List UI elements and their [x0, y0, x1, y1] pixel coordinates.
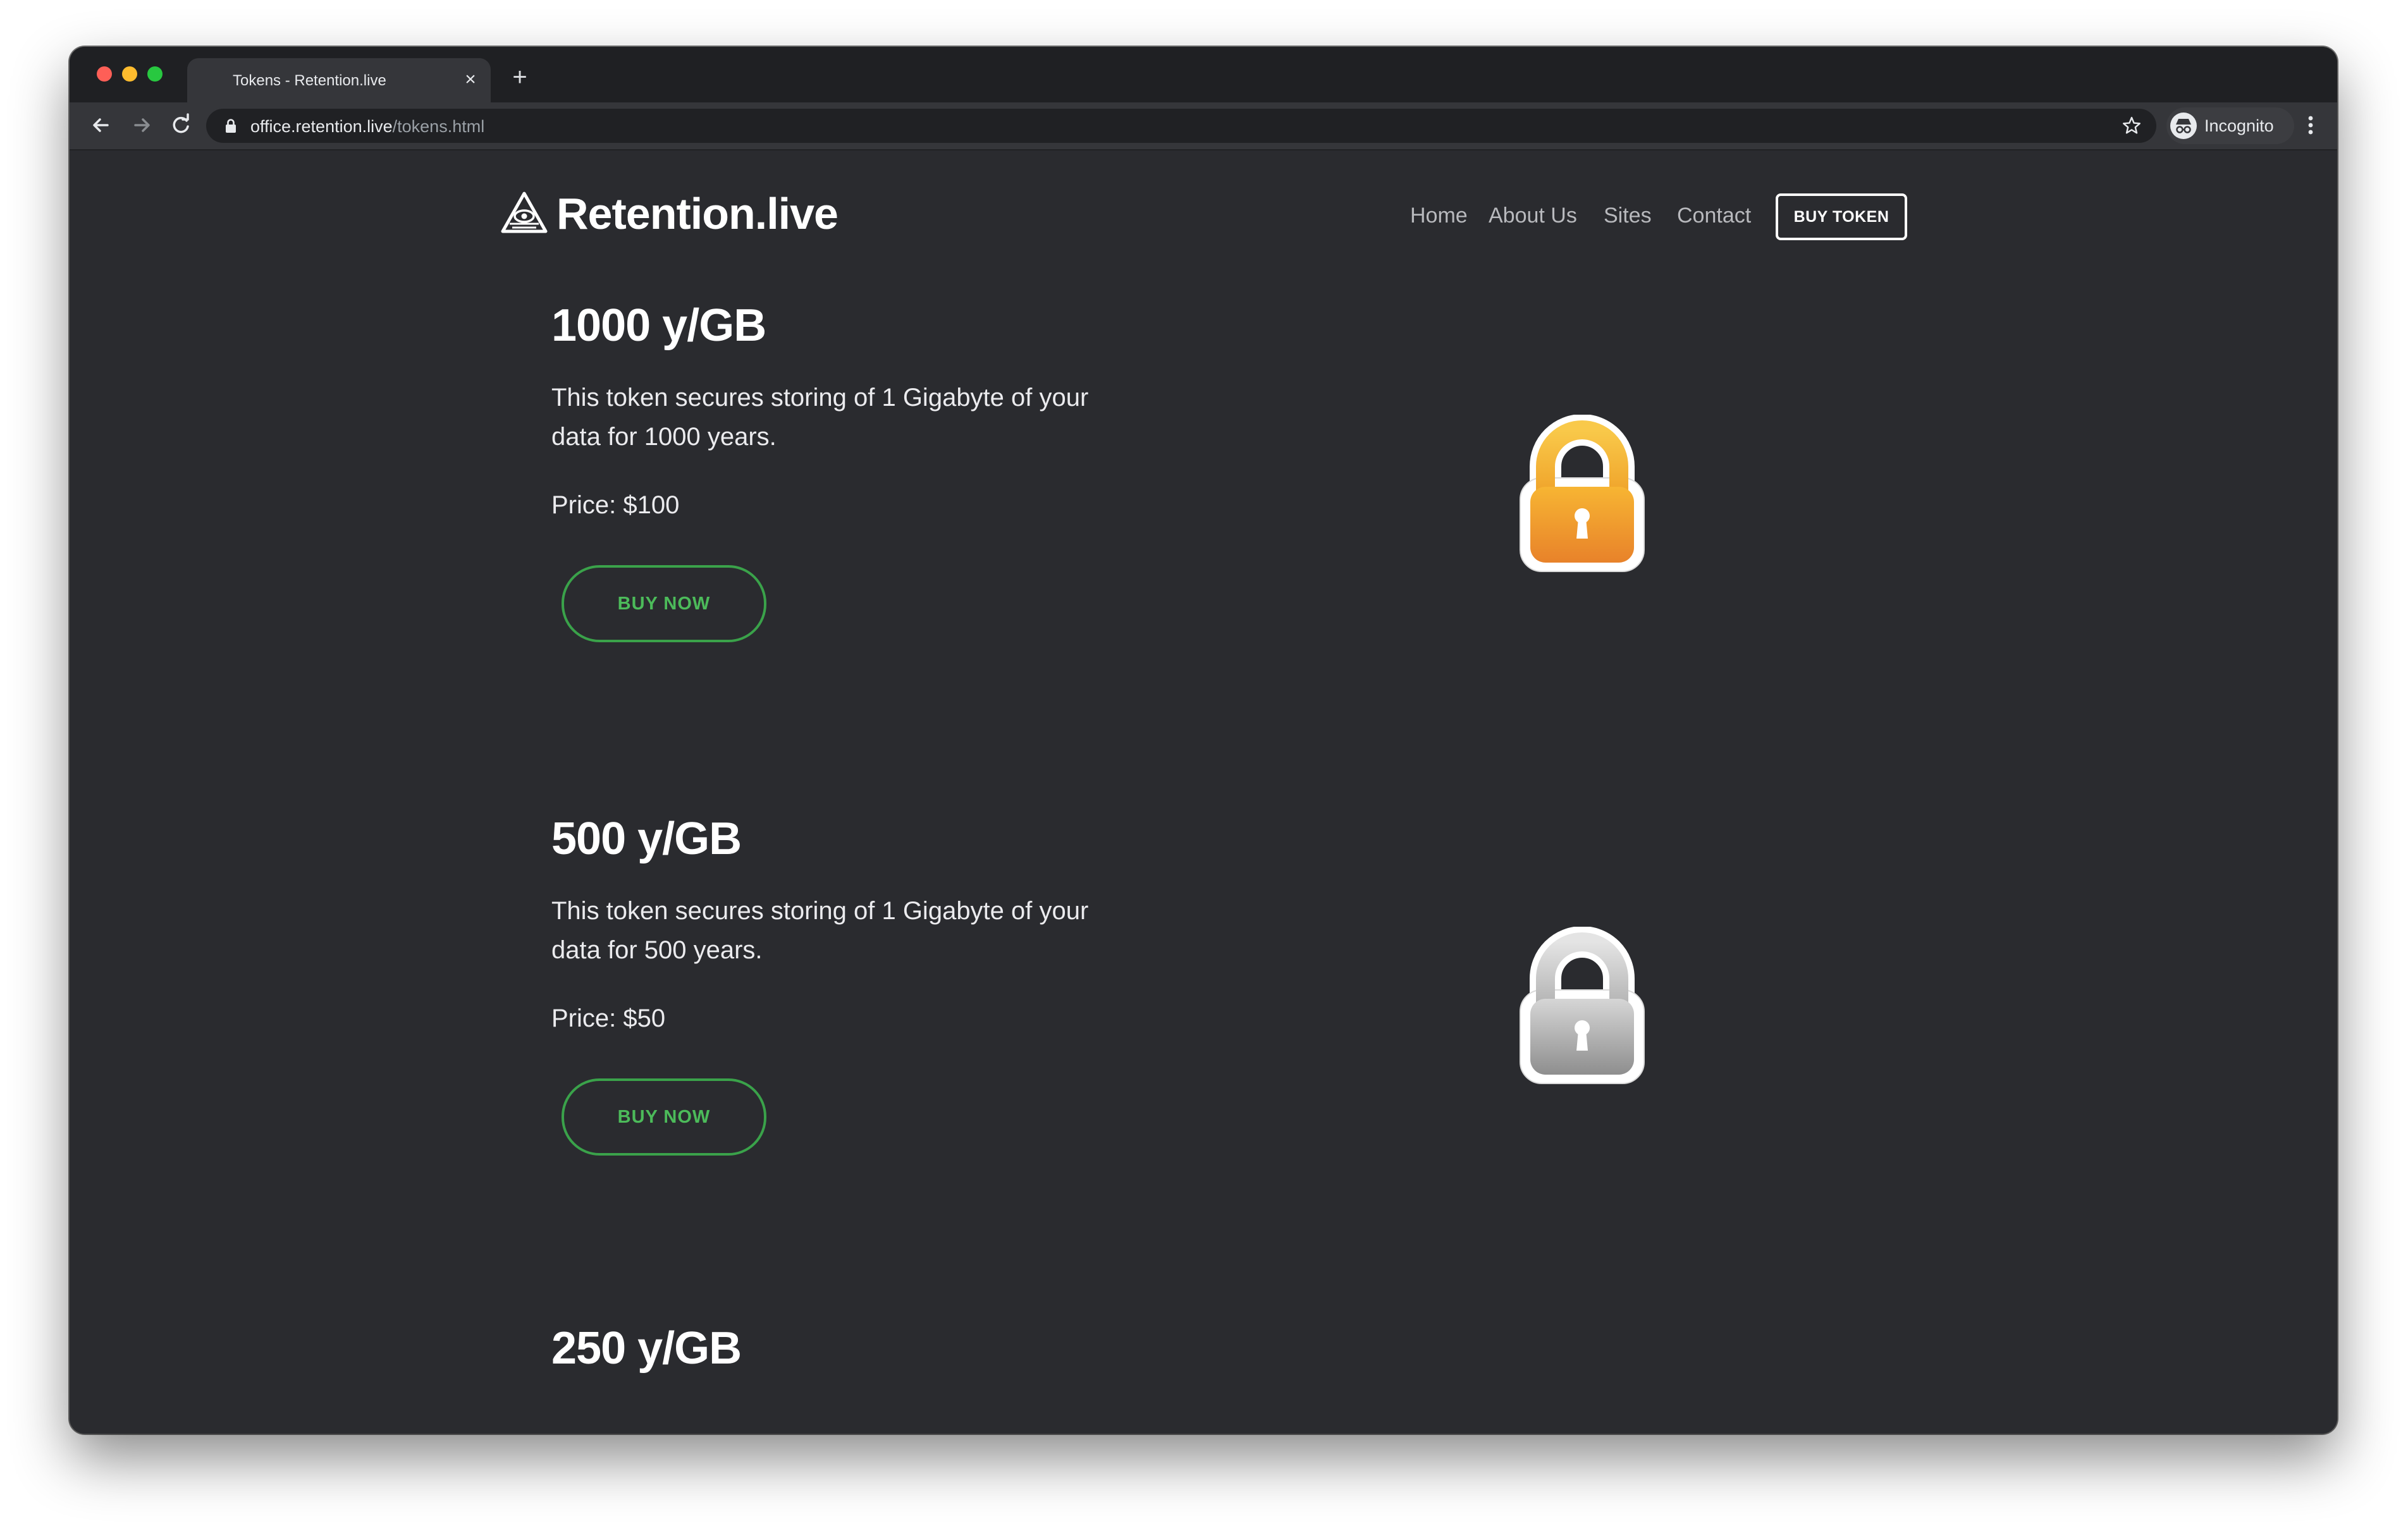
nav-link-about-us[interactable]: About Us [1489, 193, 1577, 238]
reload-icon[interactable] [167, 111, 195, 139]
browser-tab-active[interactable]: Tokens - Retention.live × [187, 58, 491, 102]
url-text: office.retention.live/tokens.html [250, 117, 484, 137]
forward-arrow-icon[interactable] [128, 111, 156, 139]
incognito-profile-button[interactable]: Incognito [2166, 107, 2294, 144]
buy-token-button[interactable]: BUY TOKEN [1776, 193, 1907, 240]
maximize-window-button[interactable] [147, 66, 163, 82]
bookmark-star-icon[interactable] [2121, 115, 2142, 137]
incognito-label: Incognito [2204, 116, 2274, 135]
back-arrow-icon[interactable] [87, 111, 115, 139]
incognito-icon [2170, 113, 2197, 139]
token-title: 1000 y/GB [551, 300, 766, 351]
token-price: Price: $100 [551, 491, 680, 519]
nav-link-home[interactable]: Home [1410, 193, 1468, 238]
brand-name: Retention.live [556, 189, 838, 238]
browser-titlebar: Tokens - Retention.live × + [70, 47, 2337, 102]
close-icon[interactable]: × [459, 68, 482, 91]
token-title: 500 y/GB [551, 814, 742, 864]
nav-link-sites[interactable]: Sites [1604, 193, 1652, 238]
secure-lock-icon [226, 119, 236, 133]
web-page: Retention.live Home About Us Sites Conta… [70, 150, 2337, 1434]
silver-padlock-icon [1520, 927, 1645, 1084]
new-tab-button[interactable]: + [506, 63, 534, 91]
token-description: This token secures storing of 1 Gigabyte… [551, 384, 1089, 451]
tab-title: Tokens - Retention.live [233, 72, 386, 89]
token-description: This token secures storing of 1 Gigabyte… [551, 897, 1089, 964]
more-menu-icon[interactable] [2298, 111, 2323, 139]
nav-link-contact[interactable]: Contact [1677, 193, 1751, 238]
browser-window: Tokens - Retention.live × + office.reten… [70, 47, 2337, 1434]
url-host: office.retention.live [250, 117, 393, 136]
pyramid-eye-logo-icon [501, 192, 548, 233]
token-price: Price: $50 [551, 1004, 666, 1032]
address-bar[interactable]: office.retention.live/tokens.html [206, 109, 2156, 143]
buy-now-button[interactable]: BUY NOW [562, 565, 766, 642]
close-window-button[interactable] [97, 66, 112, 82]
minimize-window-button[interactable] [122, 66, 137, 82]
url-path: /tokens.html [392, 117, 485, 136]
buy-now-button[interactable]: BUY NOW [562, 1078, 766, 1156]
browser-toolbar: office.retention.live/tokens.html Incogn… [70, 102, 2337, 150]
gold-padlock-icon [1520, 415, 1645, 572]
token-title: 250 y/GB [551, 1323, 742, 1374]
